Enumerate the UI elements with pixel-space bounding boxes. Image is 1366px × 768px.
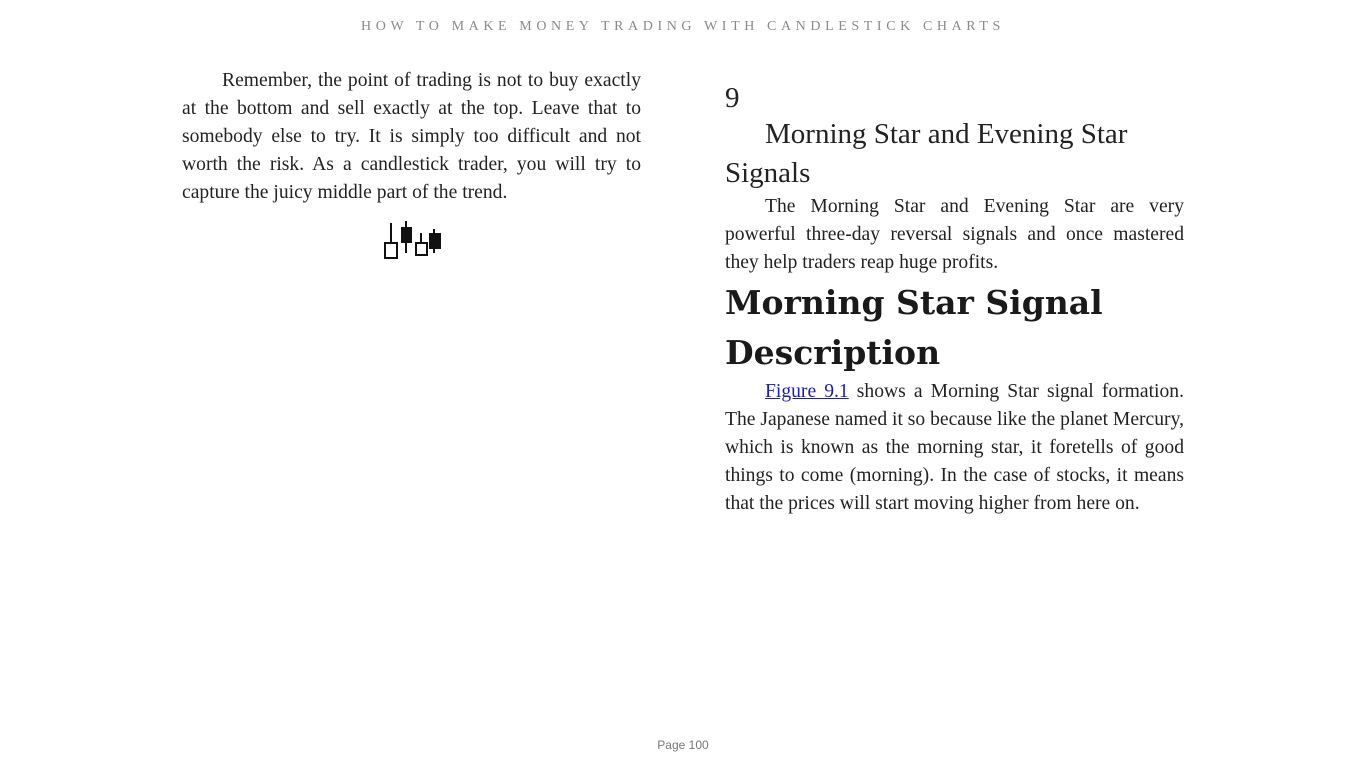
chapter-number: 9 xyxy=(725,82,740,114)
section-body-paragraph: Figure 9.1 shows a Morning Star signal f… xyxy=(725,378,1184,518)
candlestick-ornament-icon xyxy=(384,221,441,259)
figure-link[interactable]: Figure 9.1 xyxy=(765,381,849,402)
chapter-title: Morning Star and Evening Star Signals xyxy=(725,118,1128,189)
left-page-paragraph: Remember, the point of trading is not to… xyxy=(182,70,641,203)
page-number: Page 100 xyxy=(657,738,709,752)
left-page: Remember, the point of trading is not to… xyxy=(182,67,641,265)
chapter-intro-paragraph: The Morning Star and Evening Star are ve… xyxy=(725,196,1184,273)
right-page: 9 Morning Star and Evening Star Signals … xyxy=(725,67,1184,518)
running-header: HOW TO MAKE MONEY TRADING WITH CANDLESTI… xyxy=(361,19,1005,34)
section-title: Morning Star Signal Description xyxy=(725,283,1103,372)
